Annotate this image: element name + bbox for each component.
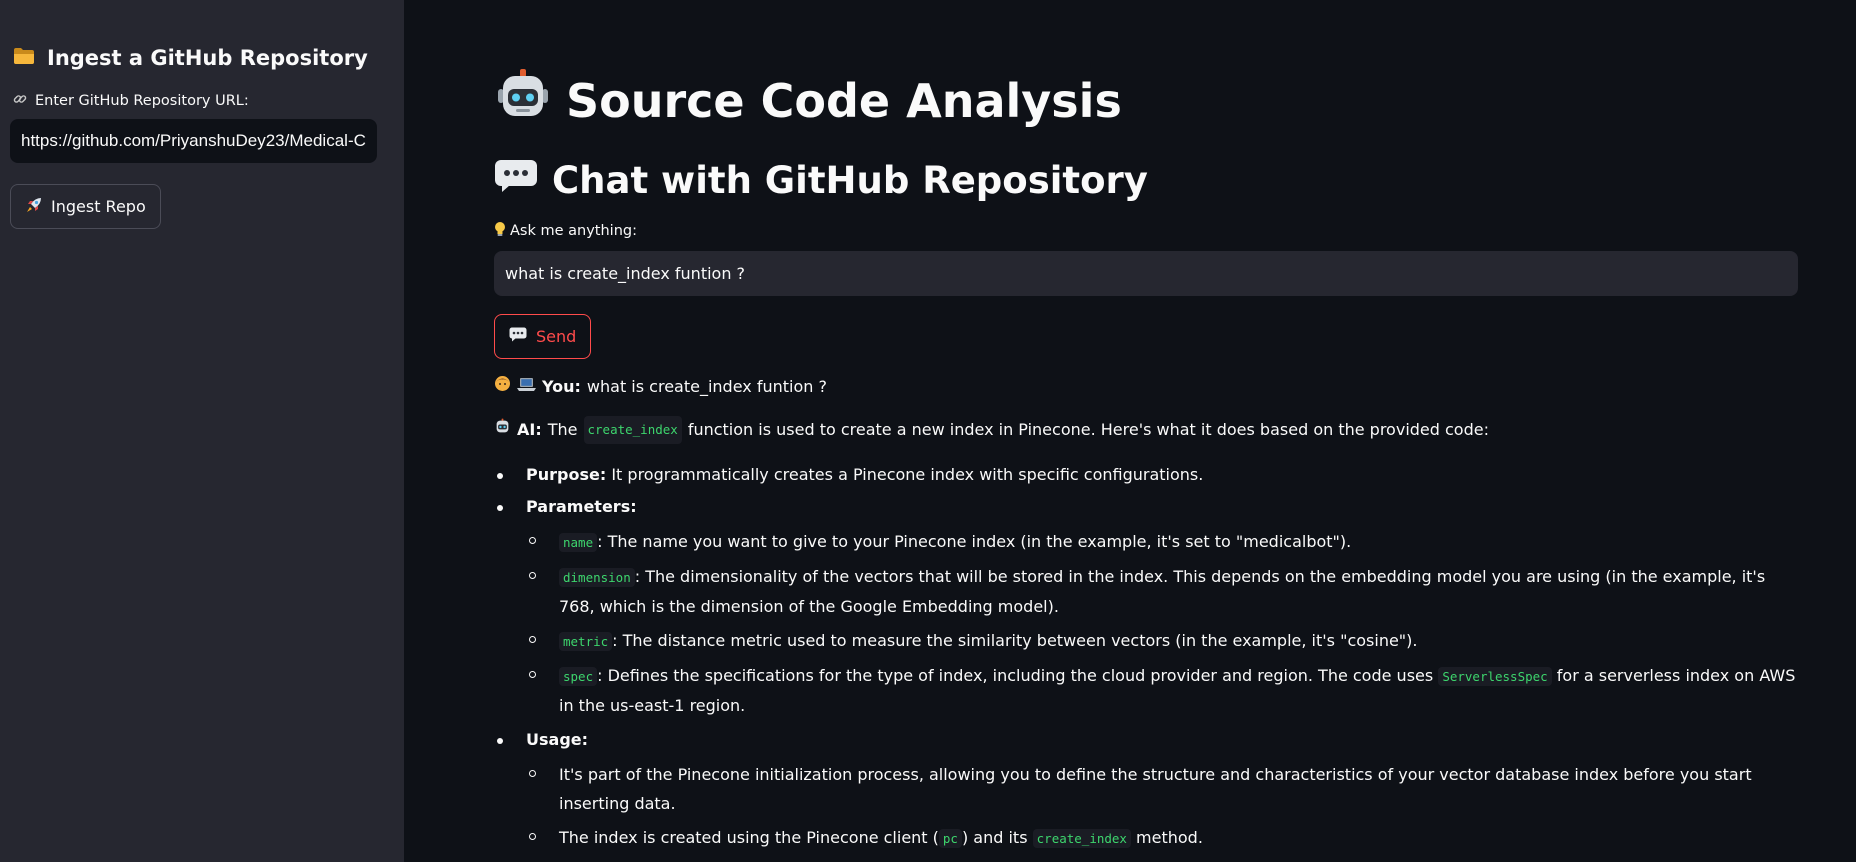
inline-code: spec: [559, 667, 598, 686]
ai-intro-post: function is used to create a new index i…: [687, 420, 1489, 439]
list-item: It's part of the Pinecone initialization…: [526, 760, 1798, 818]
param-spec-text: : Defines the specifications for the typ…: [597, 666, 1434, 685]
robot-icon: [494, 418, 511, 442]
param-name-text: : The name you want to give to your Pine…: [597, 532, 1352, 551]
inline-code: ServerlessSpec: [1438, 667, 1552, 686]
list-item-purpose: Purpose: It programmatically creates a P…: [494, 463, 1798, 487]
usage-text-2-post: method.: [1136, 828, 1203, 847]
list-item: spec: Defines the specifications for the…: [526, 661, 1798, 720]
inline-code: name: [559, 533, 598, 552]
ai-label: AI:: [517, 420, 542, 439]
question-input[interactable]: [494, 251, 1798, 296]
purpose-text: It programmatically creates a Pinecone i…: [611, 465, 1204, 484]
lightbulb-icon: [494, 221, 506, 241]
user-message-text: what is create_index funtion ?: [586, 377, 827, 396]
list-item: dimension: The dimensionality of the vec…: [526, 562, 1798, 621]
param-dimension-text: : The dimensionality of the vectors that…: [559, 567, 1766, 616]
chat-subtitle-text: Chat with GitHub Repository: [552, 158, 1148, 202]
inline-code: metric: [559, 632, 613, 651]
speech-bubble-icon: [494, 159, 538, 202]
list-item: name: The name you want to give to your …: [526, 527, 1798, 557]
ask-label: Ask me anything:: [494, 221, 1798, 241]
list-item: metric: The distance metric used to meas…: [526, 626, 1798, 656]
list-item: The index is created using the Pinecone …: [526, 823, 1798, 853]
usage-label: Usage:: [526, 730, 589, 749]
page-title: Source Code Analysis: [494, 66, 1798, 136]
inline-code: dimension: [559, 568, 635, 587]
ask-label-text: Ask me anything:: [510, 223, 637, 239]
ai-intro-pre: The: [547, 420, 578, 439]
parameters-sublist: name: The name you want to give to your …: [526, 527, 1798, 720]
usage-sublist: It's part of the Pinecone initialization…: [526, 760, 1798, 853]
ai-message: AI: The create_index function is used to…: [494, 416, 1798, 444]
robot-icon: [494, 67, 552, 136]
chat-subtitle: Chat with GitHub Repository: [494, 152, 1798, 208]
usage-text-2-mid: ) and its: [961, 828, 1028, 847]
parameters-label: Parameters:: [526, 497, 637, 516]
param-metric-text: : The distance metric used to measure th…: [612, 631, 1418, 650]
list-item-usage: Usage: It's part of the Pinecone initial…: [494, 728, 1798, 853]
usage-text-2-pre: The index is created using the Pinecone …: [559, 828, 939, 847]
page-title-text: Source Code Analysis: [566, 74, 1122, 128]
inline-code: create_index: [1032, 829, 1131, 848]
speech-bubble-icon: [509, 327, 527, 346]
person-icon: [494, 375, 511, 399]
purpose-label: Purpose:: [526, 465, 607, 484]
ai-answer-list: Purpose: It programmatically creates a P…: [494, 463, 1798, 853]
user-message: You: what is create_index funtion ?: [494, 375, 1798, 399]
send-button-label: Send: [536, 327, 577, 346]
inline-code: create_index: [583, 416, 682, 444]
send-button[interactable]: Send: [494, 314, 592, 359]
list-item-parameters: Parameters: name: The name you want to g…: [494, 495, 1798, 720]
inline-code: pc: [938, 829, 962, 848]
usage-text-1: It's part of the Pinecone initialization…: [559, 765, 1752, 813]
you-label: You:: [542, 377, 581, 396]
main-content: Source Code Analysis Chat with GitHub Re…: [0, 0, 1856, 862]
laptop-icon: [517, 375, 536, 399]
